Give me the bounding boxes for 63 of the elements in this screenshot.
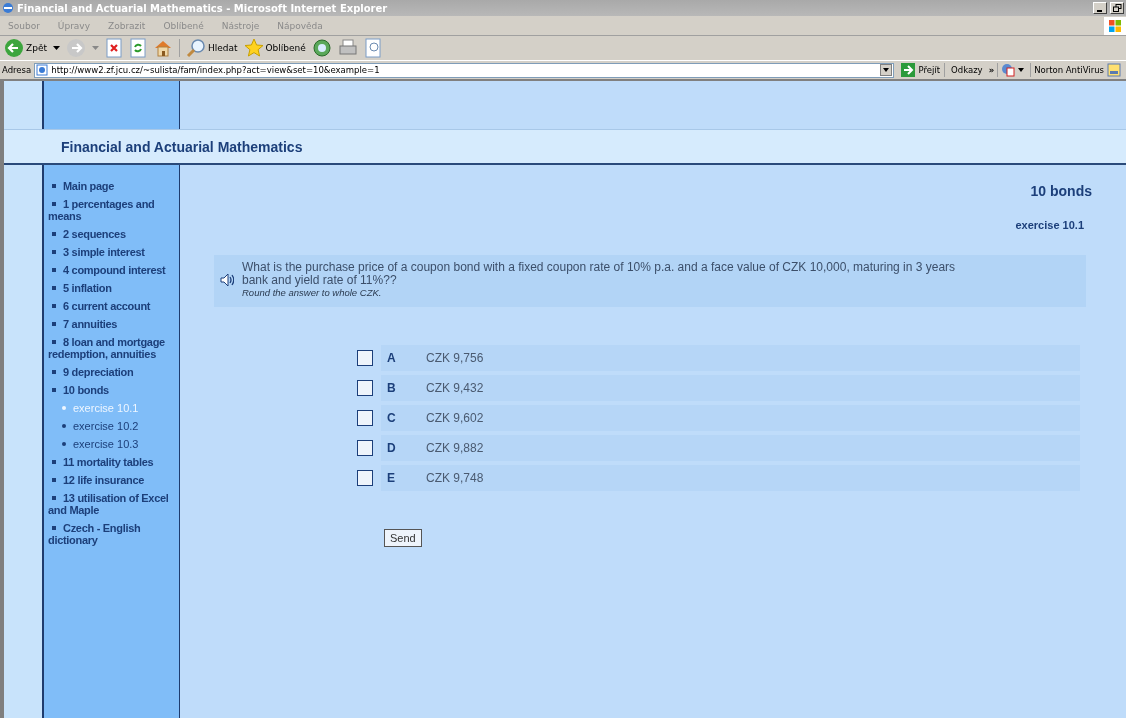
sidebar-link[interactable]: 5 inflation — [48, 282, 173, 294]
sidebar-link[interactable]: 6 current account — [48, 300, 173, 312]
norton-icon[interactable] — [1107, 63, 1121, 77]
restore-button[interactable] — [1110, 2, 1124, 14]
speaker-icon[interactable] — [220, 272, 234, 287]
answer-option[interactable]: A CZK 9,756 — [381, 345, 1080, 371]
sidebar-link[interactable]: 13 utilisation of Excel and Maple — [48, 492, 173, 516]
answer-option[interactable]: D CZK 9,882 — [381, 435, 1080, 461]
radio-button[interactable] — [357, 470, 373, 486]
dropdown-arrow-icon[interactable] — [52, 46, 60, 50]
edit-page-icon[interactable] — [363, 38, 382, 58]
dropdown-arrow-icon[interactable] — [883, 68, 890, 72]
printer-icon[interactable] — [337, 38, 358, 58]
page-icon — [36, 64, 49, 76]
sidebar-sublink[interactable]: exercise 10.2 — [58, 420, 173, 432]
sidebar-link[interactable]: 7 annuities — [48, 318, 173, 330]
stop-icon[interactable] — [104, 38, 123, 58]
refresh-icon[interactable] — [128, 38, 147, 58]
radio-button[interactable] — [357, 410, 373, 426]
sidebar-link[interactable]: 1 percentages and means — [48, 198, 173, 222]
sidebar-link[interactable]: 3 simple interest — [48, 246, 173, 258]
search-icon — [185, 38, 206, 58]
exercise-heading: exercise 10.1 — [1015, 219, 1084, 231]
sidebar-link[interactable]: Czech - English dictionary — [48, 522, 173, 546]
radio-button[interactable] — [357, 380, 373, 396]
sidebar-link[interactable]: 2 sequences — [48, 228, 173, 240]
question-text: What is the purchase price of a coupon bond with a fixed coupon rate of 10% p.a. and a face value of CZK 10,000, maturing in 3 years bank and yield rate of 11%?? — [242, 261, 957, 287]
sidebar-link[interactable]: 4 compound interest — [48, 264, 173, 276]
chapter-heading: 10 bonds — [1030, 183, 1092, 199]
sidebar-link[interactable]: Main page — [48, 180, 173, 192]
answer-option[interactable]: C CZK 9,602 — [381, 405, 1080, 431]
answer-option[interactable]: B CZK 9,432 — [381, 375, 1080, 401]
answer-option[interactable]: E CZK 9,748 — [381, 465, 1080, 491]
question-hint: Round the answer to whole CZK. — [242, 287, 383, 298]
send-button[interactable]: Send — [384, 529, 422, 547]
arrow-right-icon — [901, 63, 916, 77]
address-field[interactable]: http://www2.zf.jcu.cz/~sulista/fam/index.php?act=view&set=10&example=1 — [34, 62, 895, 78]
sidebar-sublink[interactable]: exercise 10.3 — [58, 438, 173, 450]
pdf-icon[interactable] — [1001, 63, 1016, 77]
favorites-button[interactable]: Oblíbené — [243, 38, 306, 58]
norton-button[interactable]: Norton AntiVirus — [1034, 65, 1104, 75]
star-icon — [243, 38, 264, 58]
sidebar-link[interactable]: 8 loan and mortgage redemption, annuities — [48, 336, 173, 360]
radio-button[interactable] — [357, 350, 373, 366]
minimize-button[interactable] — [1093, 2, 1107, 14]
windows-logo-icon — [1108, 18, 1122, 33]
address-label: Adresa — [2, 65, 32, 75]
dropdown-arrow-icon[interactable] — [1018, 68, 1025, 72]
browser-icon — [2, 2, 14, 14]
sidebar-link[interactable]: 9 depreciation — [48, 366, 173, 378]
sidebar-link[interactable]: 12 life insurance — [48, 474, 173, 486]
sidebar-link[interactable]: 11 mortality tables — [48, 456, 173, 468]
search-button[interactable]: Hledat — [185, 38, 238, 58]
sidebar-link[interactable]: 10 bonds — [48, 384, 173, 396]
go-button[interactable]: Přejít — [897, 63, 946, 77]
radio-button[interactable] — [357, 440, 373, 456]
site-title: Financial and Actuarial Mathematics — [61, 138, 303, 155]
media-icon[interactable] — [311, 38, 332, 58]
back-button[interactable]: Zpět — [4, 38, 47, 58]
restore-icon — [1112, 4, 1122, 12]
more-chevron[interactable]: » — [988, 65, 995, 75]
window-title: Financial and Actuarial Mathematics - Microsoft Internet Explorer — [17, 2, 389, 14]
links-button[interactable]: Odkazy — [948, 65, 986, 75]
